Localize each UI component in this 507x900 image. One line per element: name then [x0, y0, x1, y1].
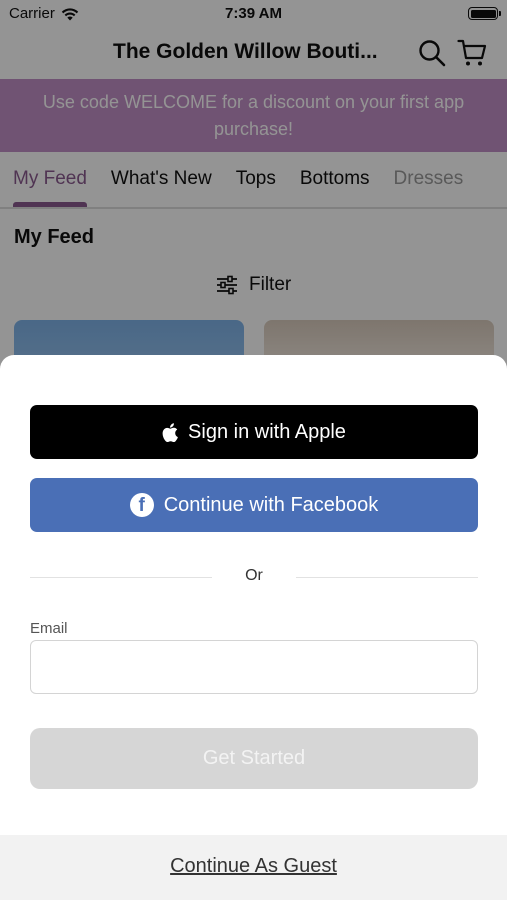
or-label: Or — [245, 567, 263, 584]
continue-as-guest-link[interactable]: Continue As Guest — [0, 855, 507, 878]
facebook-icon: f — [129, 493, 154, 517]
divider-line — [296, 577, 478, 578]
continue-with-facebook-button[interactable]: f Continue with Facebook — [30, 478, 478, 532]
apple-button-label: Sign in with Apple — [188, 420, 346, 443]
or-divider: Or — [30, 567, 478, 587]
sign-in-with-apple-button[interactable]: Sign in with Apple — [30, 405, 478, 459]
get-started-button[interactable]: Get Started — [30, 728, 478, 789]
email-label: Email — [30, 620, 68, 637]
guest-footer: Continue As Guest — [0, 835, 507, 900]
apple-icon — [162, 422, 178, 442]
email-field[interactable] — [30, 640, 478, 694]
facebook-button-label: Continue with Facebook — [163, 493, 379, 516]
login-sheet: Sign in with Apple f Continue with Faceb… — [0, 355, 507, 900]
